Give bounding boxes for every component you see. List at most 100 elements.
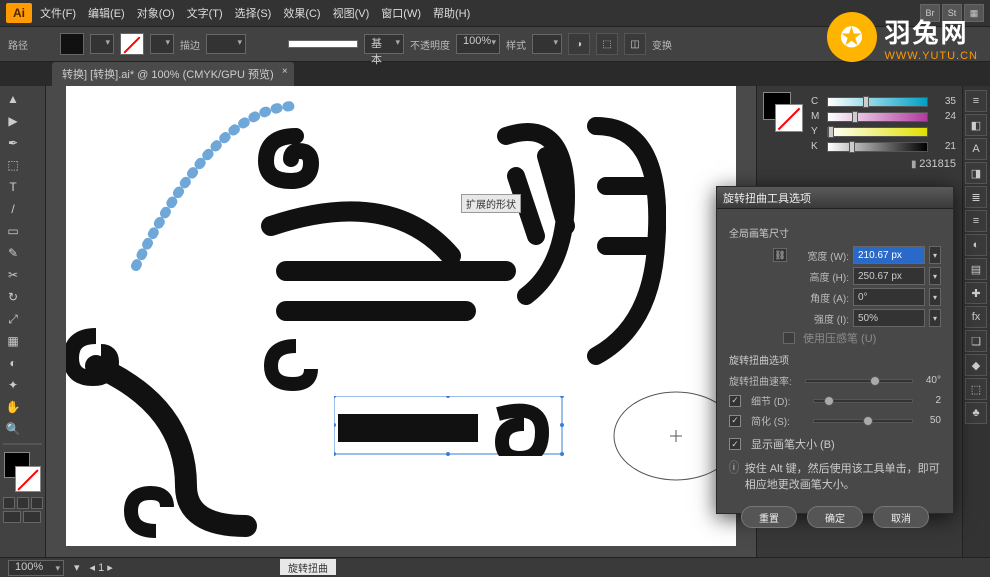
panel-icon-7[interactable]: ▤ (965, 258, 987, 280)
panel-icon-13[interactable]: ♣ (965, 402, 987, 424)
tool-12[interactable]: ◐ (3, 353, 23, 373)
pressure-checkbox (783, 332, 795, 344)
tool-5[interactable]: / (3, 199, 23, 219)
gradient-mode-icon[interactable] (17, 497, 29, 509)
panel-icon-12[interactable]: ⬚ (965, 378, 987, 400)
tool-3[interactable]: ⬚ (3, 155, 23, 175)
stroke-preview[interactable] (288, 40, 358, 48)
stroke-dd[interactable] (150, 34, 174, 54)
color-thumb[interactable] (763, 92, 803, 132)
channel-slider[interactable] (827, 112, 928, 122)
channel-slider[interactable] (827, 142, 928, 152)
style-dd[interactable] (532, 34, 562, 54)
channel-slider[interactable] (827, 127, 928, 137)
menu-2[interactable]: 对象(O) (131, 2, 181, 24)
panel-icon-2[interactable]: A (965, 138, 987, 160)
group-global-brush: 全局画笔尺寸 (729, 225, 941, 240)
tool-6[interactable]: ▭ (3, 221, 23, 241)
tool-13[interactable]: ✦ (3, 375, 23, 395)
height-field[interactable]: 250.67 px (853, 267, 925, 285)
tool-11[interactable]: ▦ (3, 331, 23, 351)
detail-slider[interactable] (813, 399, 913, 403)
panel-icon-9[interactable]: fx (965, 306, 987, 328)
tool-8[interactable]: ✂ (3, 265, 23, 285)
ok-button[interactable]: 确定 (807, 506, 863, 528)
panel-icon-6[interactable]: ◐ (965, 234, 987, 256)
fill-swatch[interactable] (60, 33, 84, 55)
canvas-area[interactable]: 扩展的形状 (46, 86, 756, 557)
panel-icon-10[interactable]: ❏ (965, 330, 987, 352)
menu-5[interactable]: 效果(C) (277, 2, 326, 24)
rate-slider[interactable] (805, 379, 913, 383)
tab-close-icon[interactable]: × (282, 66, 288, 77)
tool-4[interactable]: T (3, 177, 23, 197)
angle-label: 角度 (A): (791, 290, 849, 305)
tool-15[interactable]: 🔍 (3, 419, 23, 439)
channel-slider[interactable] (827, 97, 928, 107)
watermark: ✪ 羽兔网 WWW.YUTU.CN (827, 12, 978, 62)
simplify-checkbox[interactable]: ✓ (729, 415, 741, 427)
panel-icon-8[interactable]: ✚ (965, 282, 987, 304)
pressure-label: 使用压感笔 (U) (803, 330, 876, 346)
panel-icon-1[interactable]: ◧ (965, 114, 987, 136)
recolor-icon[interactable]: ◑ (568, 33, 590, 55)
draw-mode-icon[interactable] (23, 511, 41, 523)
tool-10[interactable]: ⤢ (3, 309, 23, 329)
channel-value: 35 (934, 96, 956, 107)
detail-checkbox[interactable]: ✓ (729, 395, 741, 407)
shape-icon[interactable]: ◫ (624, 33, 646, 55)
angle-field[interactable]: 0° (853, 288, 925, 306)
menu-4[interactable]: 选择(S) (229, 2, 278, 24)
tool-14[interactable]: ✋ (3, 397, 23, 417)
twirl-tool-dialog: 旋转扭曲工具选项 全局画笔尺寸 ⛓ 宽度 (W): 210.67 px ▾ 高度… (716, 186, 954, 514)
menu-8[interactable]: 帮助(H) (427, 2, 476, 24)
document-tab[interactable]: 转换] [转换].ai* @ 100% (CMYK/GPU 预览) × (52, 62, 294, 86)
intensity-field[interactable]: 50% (853, 309, 925, 327)
stroke-color[interactable] (15, 466, 41, 492)
brush-style[interactable]: 基本 (364, 34, 404, 54)
panel-icon-4[interactable]: ≣ (965, 186, 987, 208)
none-mode-icon[interactable] (31, 497, 43, 509)
stroke-swatch[interactable] (120, 33, 144, 55)
intensity-dd[interactable]: ▾ (929, 309, 941, 327)
fill-dd[interactable] (90, 34, 114, 54)
menu-7[interactable]: 窗口(W) (375, 2, 427, 24)
menu-3[interactable]: 文字(T) (181, 2, 229, 24)
dialog-title[interactable]: 旋转扭曲工具选项 (717, 187, 953, 209)
tool-0[interactable]: ▲ (3, 89, 23, 109)
menu-1[interactable]: 编辑(E) (82, 2, 131, 24)
hex-value[interactable]: ▮ 231815 (763, 158, 956, 170)
panel-icon-5[interactable]: ≡ (965, 210, 987, 232)
align-icon[interactable]: ⬚ (596, 33, 618, 55)
tool-1[interactable]: ▶ (3, 111, 23, 131)
show-brush-checkbox[interactable]: ✓ (729, 438, 741, 450)
panel-icon-0[interactable]: ≡ (965, 90, 987, 112)
channel-value: 24 (934, 111, 956, 122)
tool-7[interactable]: ✎ (3, 243, 23, 263)
reset-button[interactable]: 重置 (741, 506, 797, 528)
tool-2[interactable]: ✒ (3, 133, 23, 153)
panel-icon-11[interactable]: ◆ (965, 354, 987, 376)
width-dd[interactable]: ▾ (929, 246, 941, 264)
simplify-slider[interactable] (813, 419, 913, 423)
screen-mode-icon[interactable] (3, 511, 21, 523)
angle-dd[interactable]: ▾ (929, 288, 941, 306)
cancel-button[interactable]: 取消 (873, 506, 929, 528)
link-icon[interactable]: ⛓ (773, 248, 787, 262)
height-dd[interactable]: ▾ (929, 267, 941, 285)
fill-stroke-control[interactable] (4, 452, 41, 492)
tool-9[interactable]: ↻ (3, 287, 23, 307)
menu-0[interactable]: 文件(F) (34, 2, 82, 24)
group-twirl-options: 旋转扭曲选项 (729, 352, 941, 367)
zoom-select[interactable]: 100% (8, 560, 64, 576)
stroke-weight[interactable] (206, 34, 246, 54)
dialog-tip: i 按住 Alt 键，然后使用该工具单击，即可相应地更改画笔大小。 (729, 460, 941, 492)
menu-6[interactable]: 视图(V) (327, 2, 376, 24)
selected-object[interactable] (334, 396, 564, 456)
opacity-field[interactable]: 100% (456, 34, 500, 54)
width-field[interactable]: 210.67 px (853, 246, 925, 264)
panel-icon-3[interactable]: ◨ (965, 162, 987, 184)
object-tooltip: 扩展的形状 (461, 194, 521, 213)
transform-label[interactable]: 变换 (652, 37, 672, 52)
color-mode-icon[interactable] (3, 497, 15, 509)
